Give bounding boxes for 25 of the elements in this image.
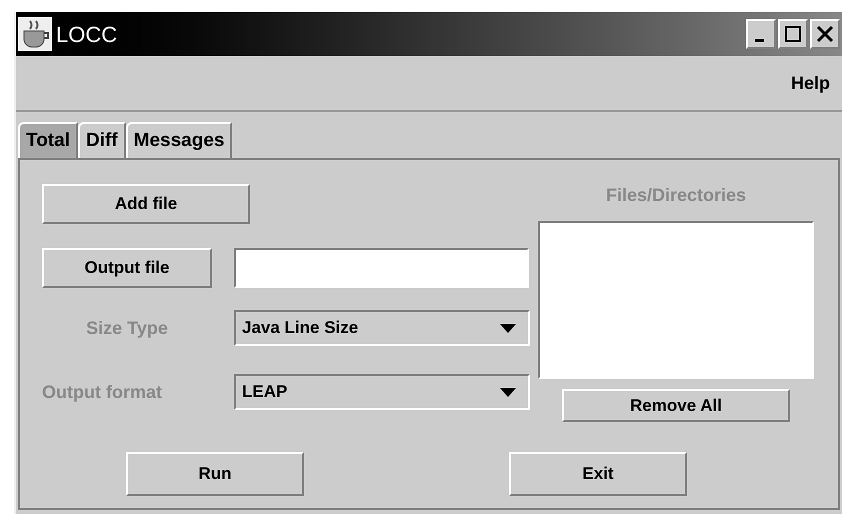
button[interactable]: Remove All [562,389,790,422]
dropdown[interactable]: LEAP [234,374,530,410]
tab[interactable]: Diff [78,122,126,158]
close-button[interactable] [810,19,840,49]
close-icon [815,24,835,44]
app-icon [18,17,52,51]
size-type-label: Size Type [85,316,169,340]
button[interactable]: Output file [42,248,212,288]
minimize-icon [754,38,764,42]
tab[interactable]: Messages [126,122,232,158]
maximize-button[interactable] [778,19,808,49]
dropdown[interactable]: Java Line Size [234,310,530,346]
button[interactable]: Run [126,452,304,496]
caret-icon [500,324,516,332]
window-title: LOCC [56,20,118,48]
output-file-field[interactable] [234,248,529,288]
button[interactable]: Exit [509,452,687,496]
output-format-label: Output format [42,380,163,404]
caret-icon [500,388,516,396]
menu-item[interactable]: Help [790,70,830,96]
button[interactable]: Add file [42,184,250,224]
minimize-button[interactable] [746,19,776,49]
tab[interactable]: Total [18,122,78,158]
files-heading: Files/Directories [606,184,746,207]
maximize-icon [783,24,803,44]
